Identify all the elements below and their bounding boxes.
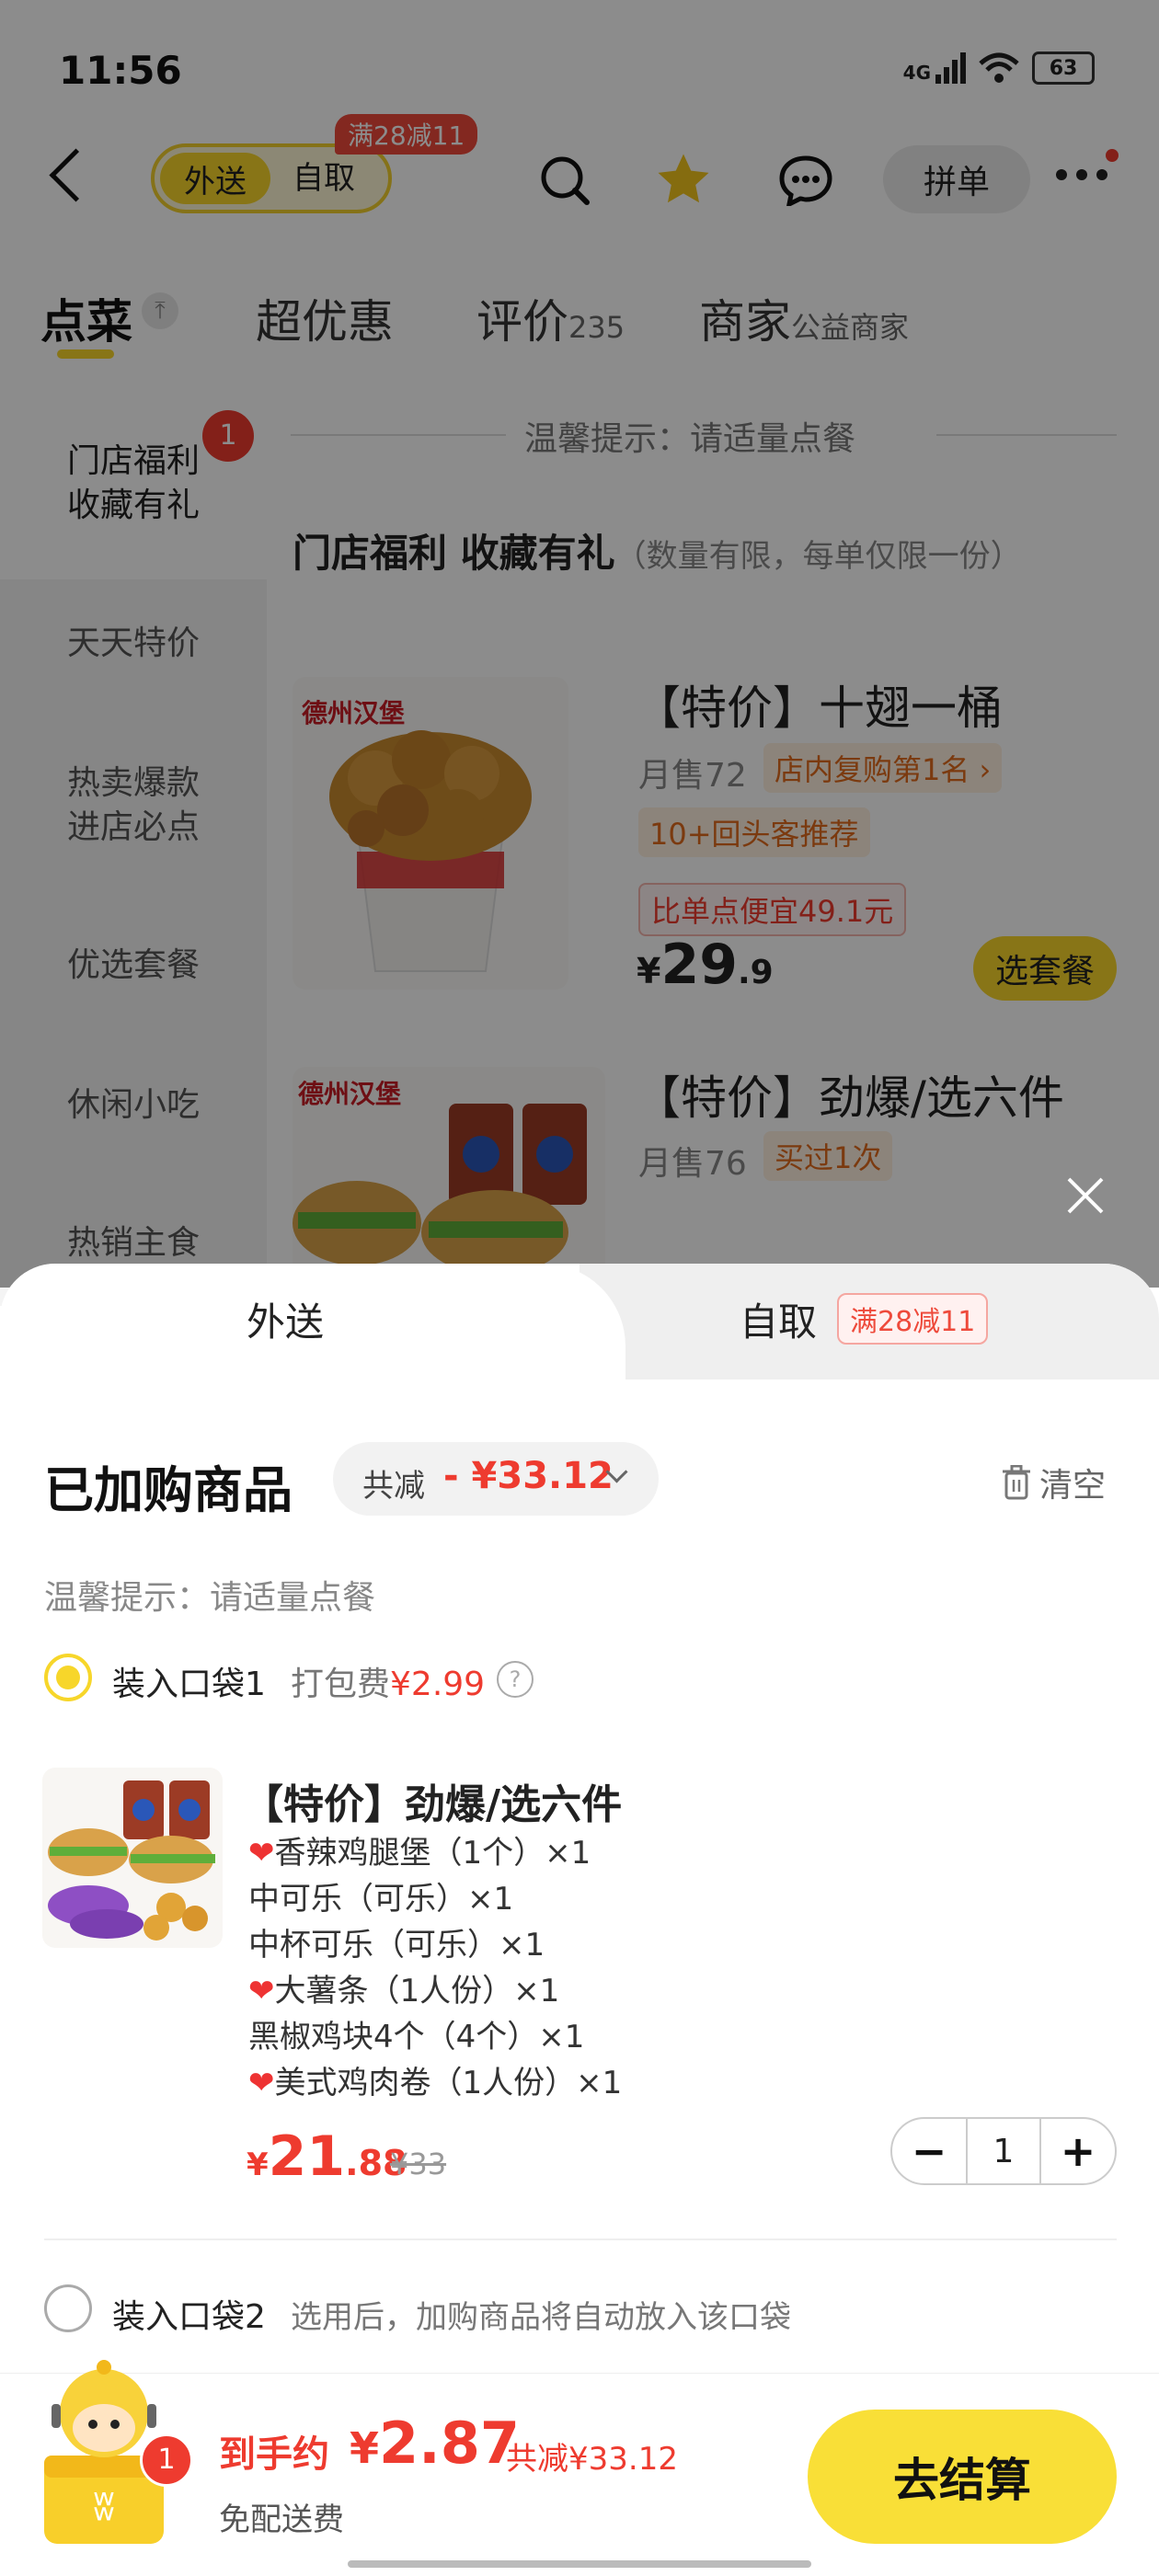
cart-item-name: 【特价】劲爆/选六件 [243, 1781, 623, 1828]
free-delivery: 免配送费 [219, 2502, 344, 2538]
bag2-radio[interactable] [44, 2284, 92, 2332]
modal-backdrop[interactable] [0, 0, 1159, 1288]
clear-cart-button[interactable]: 清空 [1001, 1459, 1106, 1506]
cart-title: 已加购商品 [44, 1461, 293, 1519]
bag1-label[interactable]: 装入口袋1 [112, 1657, 266, 1705]
packing-fee: 打包费¥2.99 [291, 1666, 486, 1703]
bag2-hint: 选用后，加购商品将自动放入该口袋 [291, 2299, 791, 2336]
decrease-button[interactable]: − [892, 2119, 966, 2183]
total-discount: 共减¥33.12 [506, 2441, 678, 2478]
cart-item-original-price: ¥33 [390, 2147, 447, 2181]
pickup-promo-tag: 满28减11 [837, 1293, 989, 1345]
cart-count-badge: 1 [140, 2433, 193, 2487]
bag2-label[interactable]: 装入口袋2 [112, 2290, 266, 2338]
cart-item-image [42, 1768, 223, 1948]
quantity-stepper[interactable]: − 1 + [890, 2117, 1117, 2185]
help-icon[interactable]: ? [497, 1661, 534, 1698]
total-value: ¥2.87 [350, 2410, 520, 2477]
cart-item-price: ¥21.88 [247, 2124, 407, 2189]
quantity-value[interactable]: 1 [966, 2119, 1041, 2183]
cart-item-options: ❤香辣鸡腿堡（1个）×1 中可乐（可乐）×1 中杯可乐（可乐）×1 ❤大薯条（1… [248, 1830, 622, 2106]
option-line: ❤大薯条（1人份）×1 [248, 1973, 560, 2009]
sheet-tab-pickup[interactable]: 自取 [740, 1291, 817, 1347]
checkout-button[interactable]: 去结算 [808, 2410, 1117, 2544]
option-line: ❤美式鸡肉卷（1人份）×1 [248, 2065, 623, 2101]
discount-value: - ¥33.12 [443, 1455, 614, 1497]
bag1-radio[interactable] [44, 1654, 92, 1701]
heart-icon: ❤ [248, 1835, 275, 1872]
combo-thumbnail [48, 1780, 215, 1941]
heart-icon: ❤ [248, 1973, 275, 2009]
sheet-tab-delivery[interactable]: 外送 [247, 1291, 324, 1347]
trash-icon [1003, 1465, 1030, 1500]
option-line: 中可乐（可乐）×1 [248, 1881, 514, 1918]
close-icon[interactable] [1063, 1174, 1107, 1218]
option-line: ❤香辣鸡腿堡（1个）×1 [248, 1835, 591, 1872]
option-line: 中杯可乐（可乐）×1 [248, 1927, 545, 1963]
svg-text:ʬ: ʬ [93, 2480, 115, 2530]
option-line: 黑椒鸡块4个（4个）×1 [248, 2019, 585, 2055]
total-label: 到手约 [219, 2433, 329, 2476]
home-indicator[interactable] [348, 2560, 811, 2568]
increase-button[interactable]: + [1041, 2119, 1115, 2183]
warm-tip: 温馨提示：请适量点餐 [44, 1579, 376, 1617]
divider [44, 2238, 1117, 2240]
heart-icon: ❤ [248, 2065, 275, 2101]
discount-summary[interactable]: 共减 - ¥33.12 [333, 1442, 659, 1516]
discount-label: 共减 [362, 1468, 425, 1505]
